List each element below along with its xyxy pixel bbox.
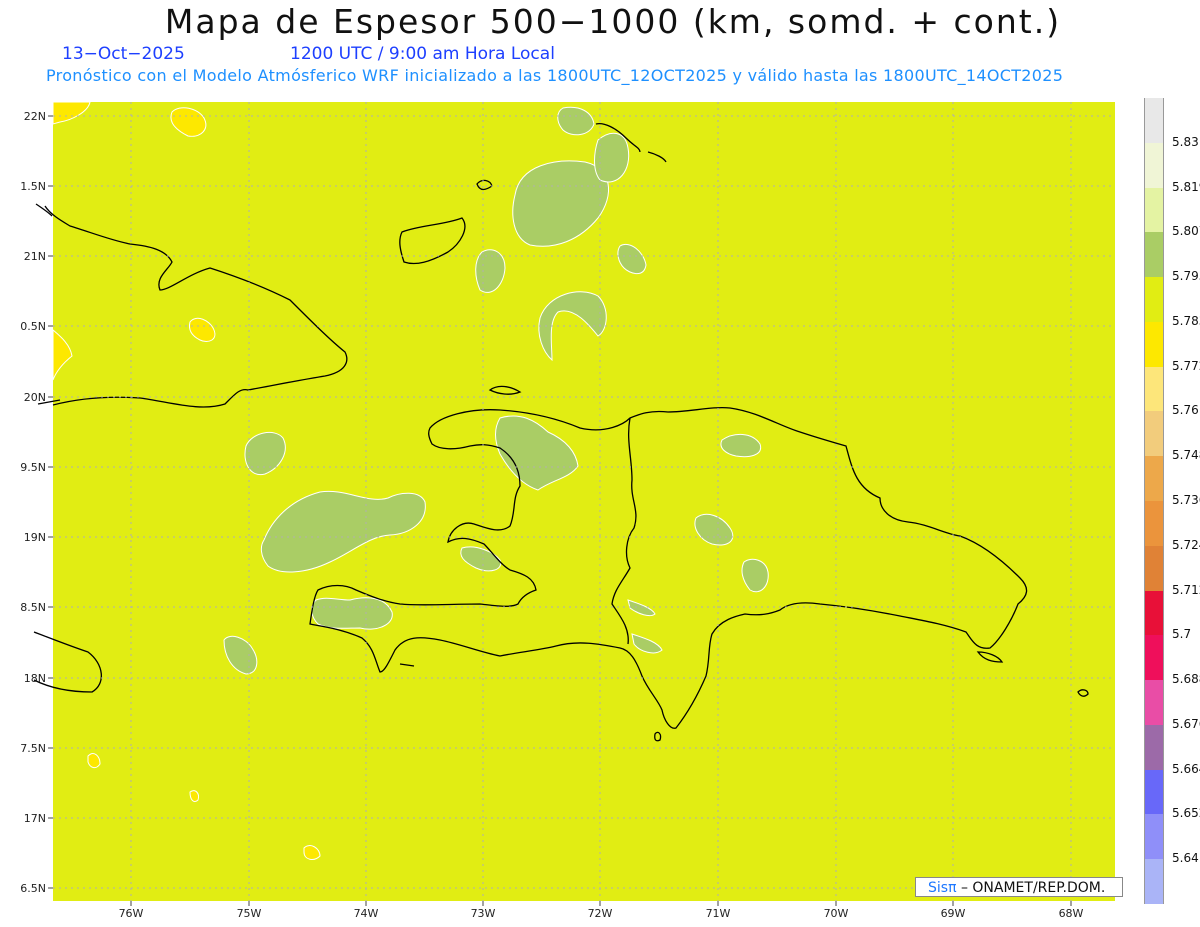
color-scale-label: 5.64 — [1172, 851, 1199, 866]
color-scale-label: 5.7 — [1172, 627, 1192, 642]
lat-label: 1.5N — [20, 180, 46, 193]
color-scale-segment — [1145, 321, 1163, 367]
color-scale-segment — [1145, 277, 1163, 322]
credit-org: – ONAMET/REP.DOM. — [956, 880, 1106, 896]
lon-label: 72W — [588, 907, 613, 920]
color-scale-segment — [1145, 232, 1163, 278]
lon-label: 76W — [119, 907, 144, 920]
lon-label: 73W — [471, 907, 496, 920]
lon-label: 68W — [1059, 907, 1084, 920]
lat-label: 7.5N — [20, 742, 46, 755]
longitude-labels: 76W 75W 74W 73W 72W 71W 70W 69W 68W — [119, 907, 1084, 920]
color-scale-segment — [1145, 769, 1163, 815]
lat-label: 22N — [24, 110, 46, 123]
lat-label: 19N — [24, 531, 46, 544]
color-scale-label: 5.652 — [1172, 806, 1200, 821]
color-scale-segment — [1145, 501, 1163, 546]
lon-label: 70W — [824, 907, 849, 920]
lat-label: 8.5N — [20, 601, 46, 614]
credit-sis: Sisπ — [928, 880, 957, 896]
color-scale-label: 5.76 — [1172, 403, 1199, 418]
color-scale-label: 5.664 — [1172, 761, 1200, 776]
lat-label: 21N — [24, 250, 46, 263]
color-scale-segment — [1145, 98, 1163, 143]
color-scale-label: 5.819 — [1172, 179, 1200, 194]
color-scale-label: 5.783 — [1172, 313, 1200, 328]
color-scale-label: 5.724 — [1172, 537, 1200, 552]
color-scale-segment — [1145, 456, 1163, 501]
color-scale-label: 5.772 — [1172, 358, 1200, 373]
lat-label: 0.5N — [20, 320, 46, 333]
color-scale-segment — [1145, 814, 1163, 860]
lat-label: 18N — [24, 672, 46, 685]
lat-label: 20N — [24, 391, 46, 404]
latitude-ticks — [48, 115, 53, 889]
lat-label: 17N — [24, 812, 46, 825]
color-scale-label: 5.736 — [1172, 493, 1200, 507]
lat-label: 6.5N — [20, 882, 46, 895]
color-scale-segment — [1145, 545, 1163, 591]
color-scale-segment — [1145, 859, 1163, 904]
color-scale-label: 5.688 — [1172, 672, 1200, 687]
color-scale-segment — [1145, 635, 1163, 681]
color-scale-label: 5.831 — [1172, 134, 1200, 149]
color-scale-label: 5.748 — [1172, 448, 1200, 463]
latitude-labels: 22N 1.5N 21N 0.5N 20N 9.5N 19N 8.5N 18N … — [20, 110, 46, 895]
color-scale-segment — [1145, 680, 1163, 725]
color-scale-segment — [1145, 411, 1163, 457]
color-scale-label: 5.807 — [1172, 224, 1200, 239]
lon-label: 75W — [237, 907, 262, 920]
lon-label: 69W — [941, 907, 966, 920]
thickness-map: 22N 1.5N 21N 0.5N 20N 9.5N 19N 8.5N 18N … — [20, 101, 1115, 920]
color-scale-label: 5.795 — [1172, 269, 1200, 284]
longitude-ticks — [130, 901, 1072, 906]
lon-label: 71W — [706, 907, 731, 920]
credit-box: Sisπ – ONAMET/REP.DOM. — [915, 877, 1123, 897]
color-scale-segment — [1145, 724, 1163, 770]
color-scale-label: 5.712 — [1172, 582, 1200, 597]
color-scale-bar — [1144, 98, 1164, 904]
color-scale-segment — [1145, 142, 1163, 188]
lon-label: 74W — [354, 907, 379, 920]
color-scale-segment — [1145, 590, 1163, 636]
color-scale-label: 5.676 — [1172, 716, 1200, 731]
color-scale-segment — [1145, 187, 1163, 233]
lat-label: 9.5N — [20, 461, 46, 474]
color-scale-segment — [1145, 366, 1163, 412]
